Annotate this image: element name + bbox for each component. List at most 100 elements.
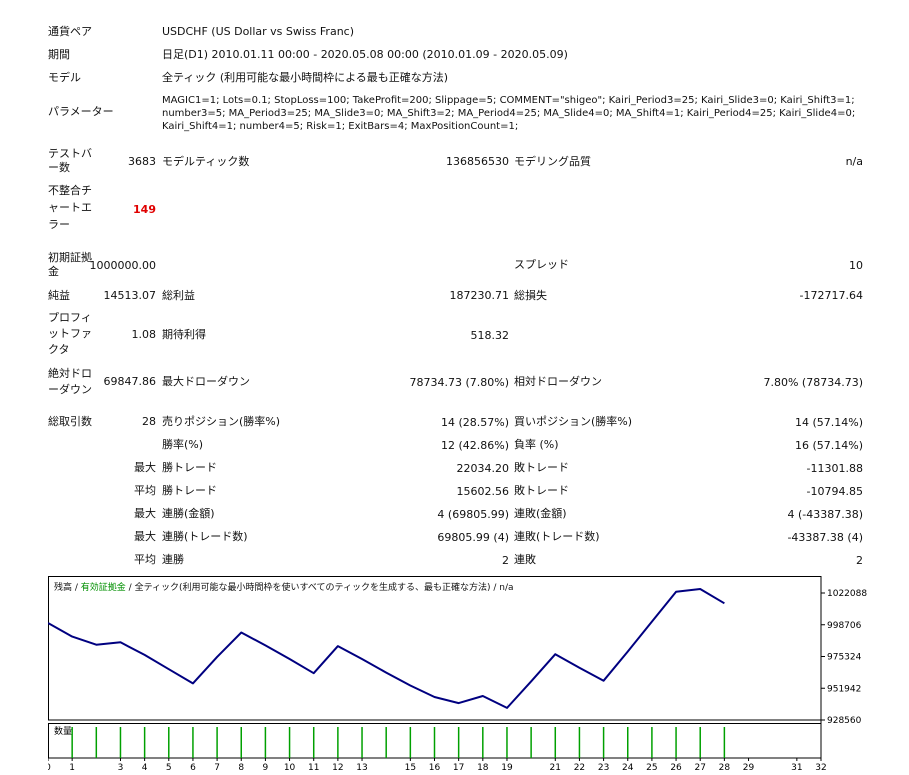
- largest-loss-value: -11301.88: [806, 462, 863, 475]
- pf-label-3: クタ: [48, 343, 70, 356]
- avg-consec-loss-label: 連敗: [514, 553, 536, 566]
- avg-consec-qualifier: 平均: [134, 553, 156, 566]
- quality-label: モデリング品質: [514, 155, 591, 168]
- params-label: パラメーター: [48, 105, 114, 118]
- gross-profit-value: 187230.71: [449, 289, 510, 302]
- long-label: 買いポジション(勝率%): [514, 415, 633, 428]
- ticks-label: モデルティック数: [162, 155, 250, 168]
- expected-label: 期待利得: [162, 328, 206, 341]
- period-value: 日足(D1) 2010.01.11 00:00 - 2020.05.08 00:…: [162, 48, 568, 61]
- abs-dd-label-2: ーダウン: [48, 383, 92, 396]
- x-tick-label-0: 0: [48, 763, 51, 773]
- max-consec-qualifier-2: 最大: [134, 530, 156, 543]
- y-tick-label-0: 1022088: [827, 589, 867, 599]
- x-tick-label-14: 16: [429, 763, 441, 773]
- max-consec-loss-value: 4 (-43387.38): [787, 508, 863, 521]
- max-consec-win2-value: 69805.99 (4): [437, 531, 509, 544]
- x-tick-label-20: 23: [598, 763, 609, 773]
- winrate-label: 勝率(%): [162, 438, 204, 451]
- y-tick-label-2: 975324: [827, 653, 862, 663]
- largest-qualifier: 最大: [134, 461, 156, 474]
- chart-frame: [48, 576, 822, 721]
- short-value: 14 (28.57%): [440, 416, 509, 429]
- bars-label-2: ー数: [48, 161, 70, 174]
- x-tick-label-28: 32: [815, 763, 826, 773]
- max-consec-loss-label: 連敗(金額): [514, 507, 567, 520]
- params-line-1: MAGIC1=1; Lots=0.1; StopLoss=100; TakePr…: [162, 95, 855, 106]
- model-label: モデル: [48, 71, 81, 84]
- deposit-label-2: 金: [48, 265, 59, 278]
- x-tick-label-1: 1: [69, 763, 75, 773]
- x-tick-label-15: 17: [453, 763, 464, 773]
- x-tick-label-27: 31: [791, 763, 802, 773]
- abs-dd-label-1: 絶対ドロ: [48, 367, 92, 380]
- pf-label-2: ットファ: [48, 327, 92, 340]
- x-tick-label-9: 10: [284, 763, 296, 773]
- mismatch-label-3: ラー: [48, 218, 70, 231]
- max-consec-win-value: 4 (69805.99): [437, 508, 509, 521]
- x-tick-label-23: 26: [670, 763, 682, 773]
- avg-win-value: 15602.56: [456, 485, 510, 498]
- bars-label-1: テストバ: [48, 147, 92, 160]
- gross-loss-label: 総損失: [514, 289, 547, 302]
- legend-equity: 有効証拠金: [80, 583, 126, 593]
- quality-value: n/a: [845, 155, 863, 168]
- mismatch-value: 149: [133, 203, 156, 216]
- max-consec-win2-label: 連勝(トレード数): [162, 530, 248, 543]
- spread-label: スプレッド: [514, 258, 569, 271]
- largest-loss-label: 敗トレード: [514, 461, 569, 474]
- net-value: 14513.07: [103, 289, 157, 302]
- x-tick-label-22: 25: [646, 763, 657, 773]
- lossrate-value: 16 (57.14%): [794, 439, 863, 452]
- legend-model: 全ティック(利用可能な最小時間枠を使いすべてのティックを生成する、最も正確な方法…: [134, 583, 491, 593]
- volume-label: 数量: [54, 725, 72, 737]
- trades-label: 総取引数: [48, 415, 92, 428]
- x-tick-label-4: 5: [166, 763, 172, 773]
- x-tick-label-7: 8: [238, 763, 244, 773]
- period-label: 期間: [48, 48, 70, 61]
- x-tick-label-17: 19: [501, 763, 513, 773]
- x-tick-label-13: 15: [405, 763, 416, 773]
- x-tick-label-21: 24: [622, 763, 634, 773]
- max-dd-label: 最大ドローダウン: [162, 375, 250, 388]
- largest-win-value: 22034.20: [456, 462, 510, 475]
- y-tick-label-1: 998706: [827, 621, 862, 631]
- avg-qualifier: 平均: [134, 484, 156, 497]
- params-line-2: number3=5; MA_Period3=25; MA_Slide3=0; M…: [162, 108, 856, 119]
- gross-loss-value: -172717.64: [799, 289, 863, 302]
- max-consec-win-label: 連勝(金額): [162, 507, 215, 520]
- bars-value: 3683: [128, 155, 156, 168]
- max-dd-value: 78734.73 (7.80%): [409, 376, 509, 389]
- max-consec-qualifier: 最大: [134, 507, 156, 520]
- x-tick-label-8: 9: [263, 763, 269, 773]
- y-tick-label-3: 951942: [827, 684, 861, 694]
- gross-profit-label: 総利益: [162, 289, 195, 302]
- legend-sep-1: /: [72, 583, 81, 593]
- pair-label: 通貨ペア: [48, 25, 92, 38]
- rel-dd-value: 7.80% (78734.73): [763, 376, 863, 389]
- x-tick-label-3: 4: [142, 763, 148, 773]
- deposit-value: 1000000.00: [89, 259, 156, 272]
- max-consec-loss2-label: 連敗(トレード数): [514, 530, 600, 543]
- x-tick-label-18: 21: [550, 763, 561, 773]
- legend-sep-3: /: [490, 583, 500, 593]
- lossrate-label: 負率 (%): [514, 438, 559, 451]
- x-tick-label-19: 22: [574, 763, 585, 773]
- x-tick-label-10: 11: [308, 763, 319, 773]
- pair-value: USDCHF (US Dollar vs Swiss Franc): [162, 25, 355, 38]
- short-label: 売りポジション(勝率%): [162, 415, 281, 428]
- x-tick-label-26: 29: [743, 763, 755, 773]
- x-tick-label-16: 18: [477, 763, 489, 773]
- avg-consec-win-label: 連勝: [162, 553, 184, 566]
- max-consec-loss2-value: -43387.38 (4): [787, 531, 863, 544]
- avg-consec-loss-value: 2: [856, 554, 863, 567]
- rel-dd-label: 相対ドローダウン: [514, 375, 602, 388]
- abs-dd-value: 69847.86: [103, 375, 157, 388]
- x-tick-label-5: 6: [190, 763, 196, 773]
- x-tick-label-12: 13: [356, 763, 367, 773]
- deposit-label-1: 初期証拠: [48, 251, 92, 264]
- trades-value: 28: [142, 415, 156, 428]
- balance-chart: 1022088998706975324951942928560数量0134567…: [48, 576, 908, 775]
- x-tick-label-25: 28: [719, 763, 731, 773]
- pf-value: 1.08: [131, 328, 157, 341]
